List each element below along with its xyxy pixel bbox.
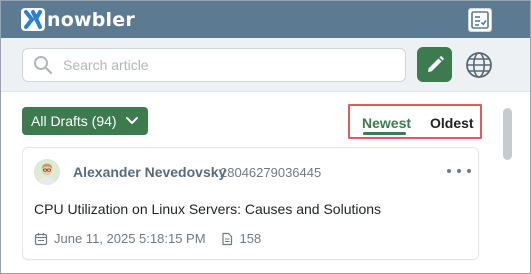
search-icon [34, 56, 53, 75]
article-card[interactable]: Alexander Nevedovsky 28046279036445 CPU … [22, 147, 479, 260]
author-id: 28046279036445 [220, 165, 322, 180]
author-name: Alexander Nevedovsky [73, 164, 227, 180]
article-count: 158 [239, 231, 262, 246]
globe-icon [466, 52, 492, 78]
tab-oldest[interactable]: Oldest [430, 115, 474, 131]
nowbler-logo-icon [21, 8, 45, 31]
app-header: nowbler [1, 1, 530, 38]
new-article-button[interactable] [417, 47, 452, 82]
app-name: nowbler [47, 8, 135, 31]
search-bar [1, 38, 530, 92]
drafts-filter-dropdown[interactable]: All Drafts (94) [22, 107, 148, 135]
search-field[interactable] [22, 48, 406, 82]
calendar-icon [34, 232, 48, 245]
article-meta: June 11, 2025 5:18:15 PM 158 [34, 231, 261, 246]
more-options-icon[interactable] [447, 165, 471, 177]
sort-tabs: Newest Oldest [348, 104, 482, 139]
app-logo[interactable]: nowbler [21, 8, 135, 31]
checklist-icon[interactable] [468, 8, 492, 32]
article-title[interactable]: CPU Utilization on Linux Servers: Causes… [34, 201, 381, 217]
drafts-filter-label: All Drafts (94) [31, 113, 117, 129]
active-tab-indicator [363, 132, 406, 135]
scrollbar-thumb[interactable] [503, 108, 512, 160]
document-icon [221, 232, 232, 245]
tab-newest[interactable]: Newest [362, 115, 411, 131]
language-button[interactable] [463, 49, 495, 81]
chevron-down-icon [126, 117, 138, 124]
pencil-icon [427, 55, 444, 72]
article-date: June 11, 2025 5:18:15 PM [54, 231, 206, 246]
app-window: nowbler Search article All Drafts (94) N… [0, 0, 531, 274]
search-input[interactable] [63, 57, 383, 73]
avatar [34, 159, 60, 185]
